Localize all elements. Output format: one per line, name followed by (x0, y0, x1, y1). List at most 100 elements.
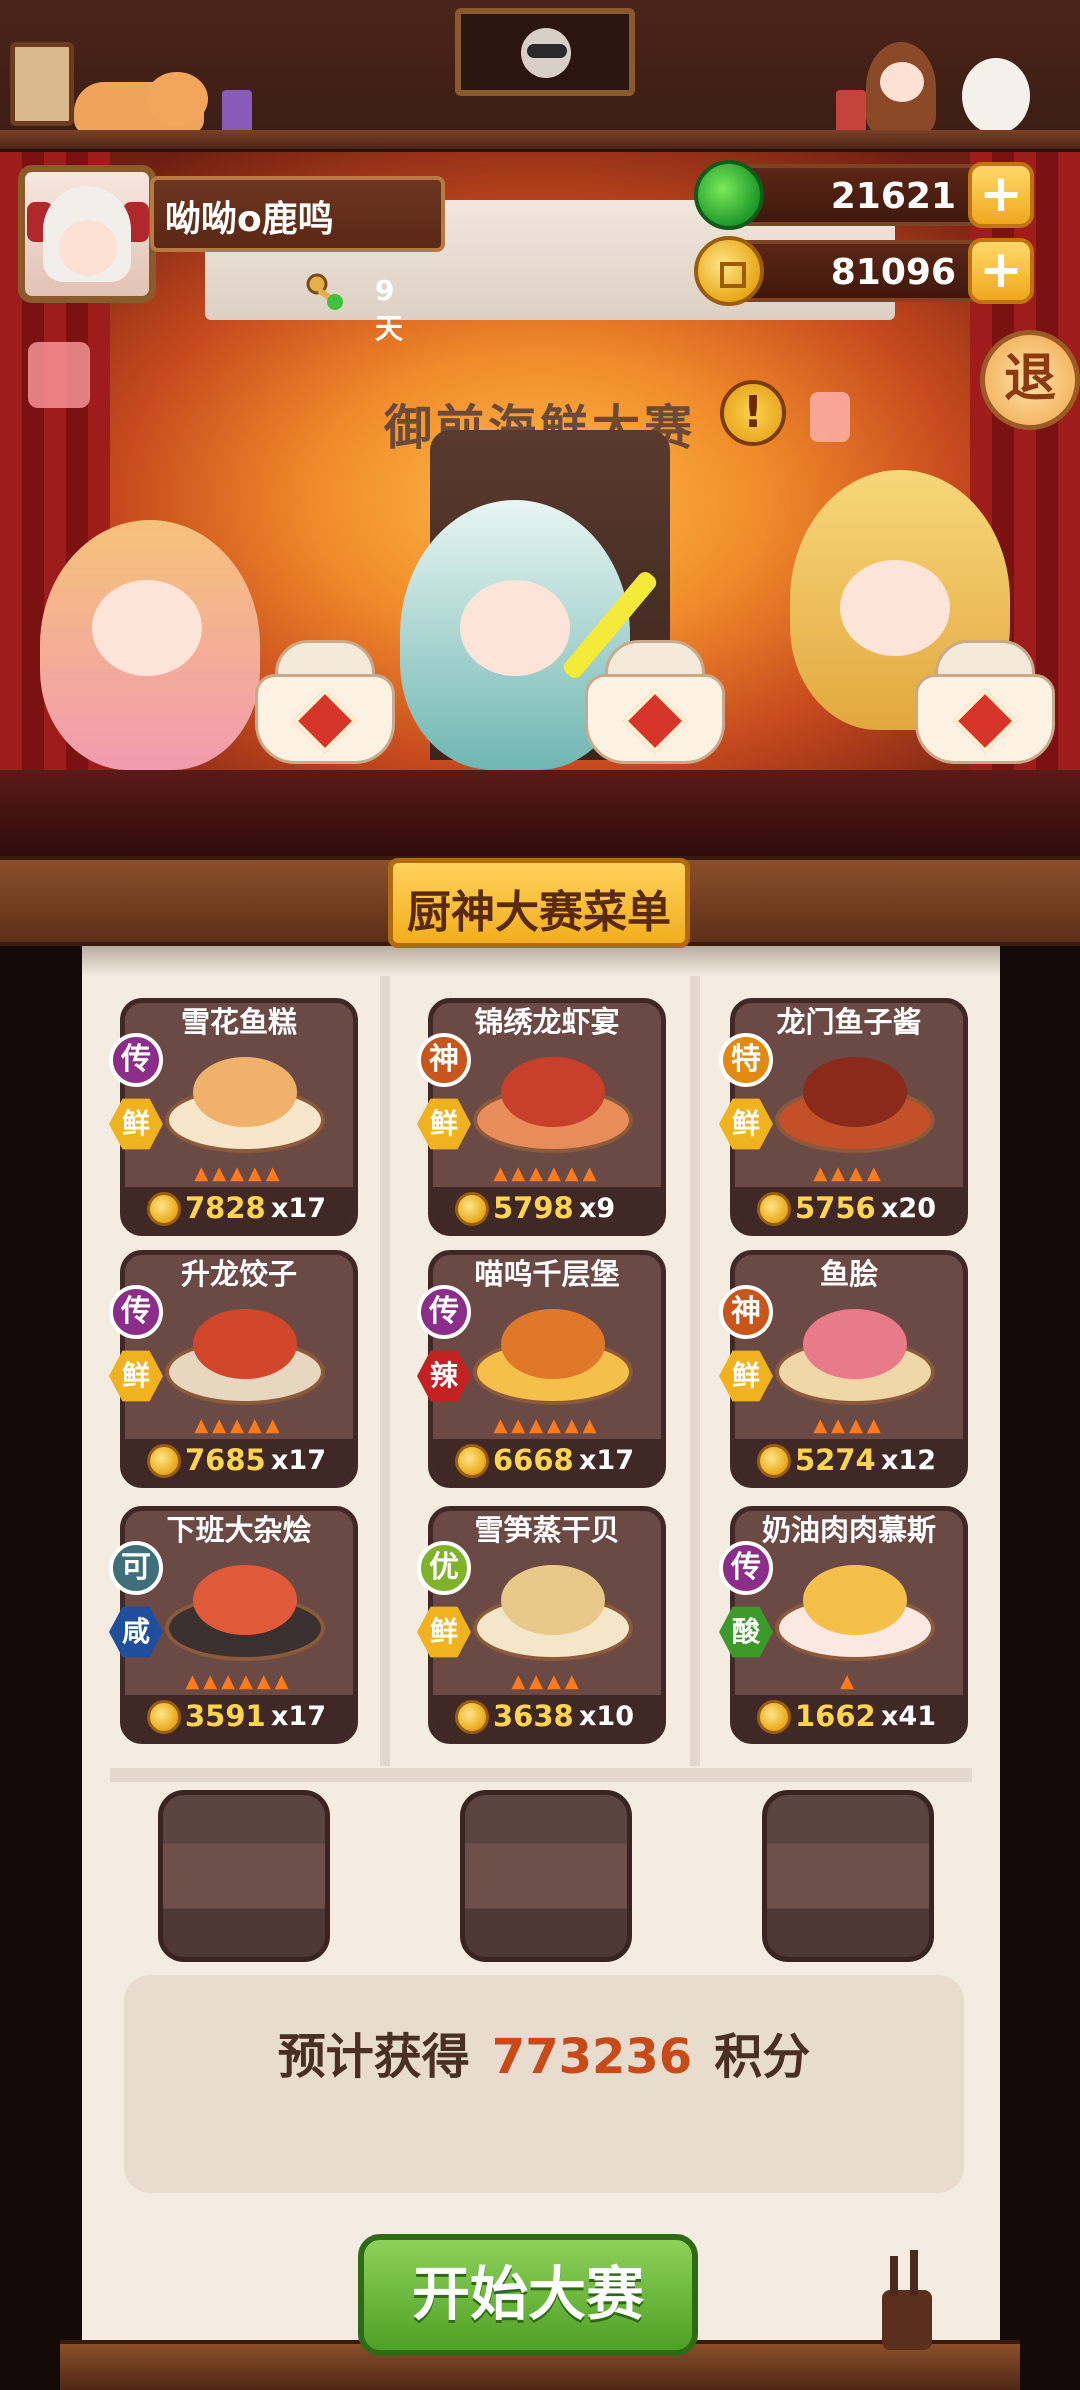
heat-flames-icon: ▲▲▲▲▲ (194, 1415, 284, 1436)
dish-image (775, 1555, 935, 1665)
coin-icon (694, 236, 764, 306)
jade-currency: 21621 + (694, 160, 1034, 230)
dish-price: 3638 (493, 1699, 574, 1733)
dish-name: 奶油肉肉慕斯 (761, 1513, 936, 1547)
add-coins-button[interactable]: + (968, 238, 1034, 304)
dish-card[interactable]: 龙门鱼子酱特鲜 ▲▲▲▲ 5756 x20 (719, 998, 968, 1236)
dish-card[interactable]: 升龙饺子传鲜 ▲▲▲▲▲ 7685 x17 (109, 1250, 358, 1488)
dish-price: 3591 (185, 1699, 266, 1733)
dish-quantity: x12 (881, 1445, 936, 1476)
doll-face-decoration (880, 62, 924, 102)
dish-grade-badge: 传 (109, 1033, 163, 1087)
empty-dish-slot-2[interactable] (460, 1790, 632, 1962)
heat-flames-icon: ▲▲▲▲▲▲ (185, 1671, 293, 1692)
menu-paper-shadow (82, 946, 1000, 976)
dish-name: 雪花鱼糕 (180, 1005, 297, 1039)
dish-price: 1662 (795, 1699, 876, 1733)
dish-image (473, 1555, 633, 1665)
dish-image (473, 1299, 633, 1409)
dish-price-bar: 7685 x17 (125, 1439, 353, 1483)
alert-icon[interactable]: ! (720, 380, 786, 446)
jar-decoration (222, 90, 252, 134)
dish-name: 升龙饺子 (180, 1257, 297, 1291)
coin-icon (757, 1192, 791, 1226)
empty-dish-slot-3[interactable] (762, 1790, 934, 1962)
dish-grade-badge: 传 (719, 1541, 773, 1595)
dish-card[interactable]: 鱼脍神鲜 ▲▲▲▲ 5274 x12 (719, 1250, 968, 1488)
dish-card[interactable]: 奶油肉肉慕斯传酸 ▲ 1662 x41 (719, 1506, 968, 1744)
coin-icon (455, 1700, 489, 1734)
dish-price-bar: 3591 x17 (125, 1695, 353, 1739)
dish-grade-badge: 传 (109, 1285, 163, 1339)
coin-icon (147, 1700, 181, 1734)
character-center-face (460, 580, 570, 676)
add-jade-button[interactable]: + (968, 162, 1034, 228)
dish-grade-badge: 传 (417, 1285, 471, 1339)
dish-card[interactable]: 雪笋蒸干贝优鲜 ▲▲▲▲ 3638 x10 (417, 1506, 666, 1744)
dish-name: 雪笋蒸干贝 (474, 1513, 620, 1547)
dish-grade-badge: 神 (417, 1033, 471, 1087)
pot-center (580, 640, 730, 770)
dish-price: 7828 (185, 1191, 266, 1225)
dish-quantity: x17 (271, 1193, 326, 1224)
player-name: 呦呦o鹿鸣 (165, 199, 334, 240)
empty-dish-slot-1[interactable] (158, 1790, 330, 1962)
dish-name: 龙门鱼子酱 (776, 1005, 922, 1039)
cat-head-decoration (146, 72, 208, 126)
expected-points: 预计获得 773236 积分 (124, 2017, 964, 2087)
points-prefix: 预计获得 (277, 2029, 470, 2085)
lantern-right (810, 392, 850, 442)
dish-price-bar: 7828 x17 (125, 1187, 353, 1231)
dish-card[interactable]: 锦绣龙虾宴神鲜 ▲▲▲▲▲▲ 5798 x9 (417, 998, 666, 1236)
days-text: 9天 (375, 274, 404, 345)
dish-card[interactable]: 雪花鱼糕传鲜 ▲▲▲▲▲ 7828 x17 (109, 998, 358, 1236)
heat-flames-icon: ▲▲▲▲▲▲ (493, 1415, 601, 1436)
coin-icon (455, 1192, 489, 1226)
dish-price-bar: 5274 x12 (735, 1439, 963, 1483)
menu-title: 厨神大赛菜单 (407, 887, 671, 938)
coin-amount: 81096 (830, 252, 956, 293)
dish-price: 5756 (795, 1191, 876, 1225)
dish-image (775, 1047, 935, 1157)
frame-decoration (10, 42, 74, 126)
dish-price: 5274 (795, 1443, 876, 1477)
heat-flames-icon: ▲▲▲▲▲ (194, 1163, 284, 1184)
dish-quantity: x10 (579, 1701, 634, 1732)
dish-quantity: x9 (579, 1193, 616, 1224)
dish-grade-badge: 特 (719, 1033, 773, 1087)
key-icon (306, 273, 343, 310)
stage-floor (0, 770, 1080, 860)
coin-icon (147, 1444, 181, 1478)
coin-icon (455, 1444, 489, 1478)
dish-price: 5798 (493, 1191, 574, 1225)
dish-price-bar: 6668 x17 (433, 1439, 661, 1483)
dish-name: 锦绣龙虾宴 (474, 1005, 620, 1039)
dish-grade-badge: 可 (109, 1541, 163, 1595)
row-separator (110, 1768, 972, 1782)
ghost-cat-decoration (962, 58, 1030, 134)
start-contest-button[interactable]: 开始大赛 (358, 2234, 698, 2356)
shelf (0, 130, 1080, 152)
dish-image (775, 1299, 935, 1409)
heat-flames-icon: ▲ (840, 1671, 858, 1692)
dish-name: 喵呜千层堡 (474, 1257, 620, 1291)
raccoon-scroll-decoration (455, 8, 635, 96)
coin-icon (757, 1444, 791, 1478)
dish-name: 鱼脍 (819, 1257, 878, 1291)
dish-image (165, 1555, 325, 1665)
dish-quantity: x41 (881, 1701, 936, 1732)
dish-card[interactable]: 下班大杂烩可咸 ▲▲▲▲▲▲ 3591 x17 (109, 1506, 358, 1744)
dish-image (165, 1047, 325, 1157)
dish-price-bar: 5798 x9 (433, 1187, 661, 1231)
column-separator (690, 976, 700, 1766)
exit-button[interactable]: 退 (980, 330, 1080, 430)
dish-grade-badge: 优 (417, 1541, 471, 1595)
heat-flames-icon: ▲▲▲▲▲▲ (493, 1163, 601, 1184)
player-avatar[interactable] (18, 165, 156, 303)
coin-currency: 81096 + (694, 236, 1034, 306)
pot-left (250, 640, 400, 770)
dish-card[interactable]: 喵呜千层堡传辣 ▲▲▲▲▲▲ 6668 x17 (417, 1250, 666, 1488)
column-separator (380, 976, 390, 1766)
dish-quantity: x17 (579, 1445, 634, 1476)
dish-quantity: x17 (271, 1445, 326, 1476)
